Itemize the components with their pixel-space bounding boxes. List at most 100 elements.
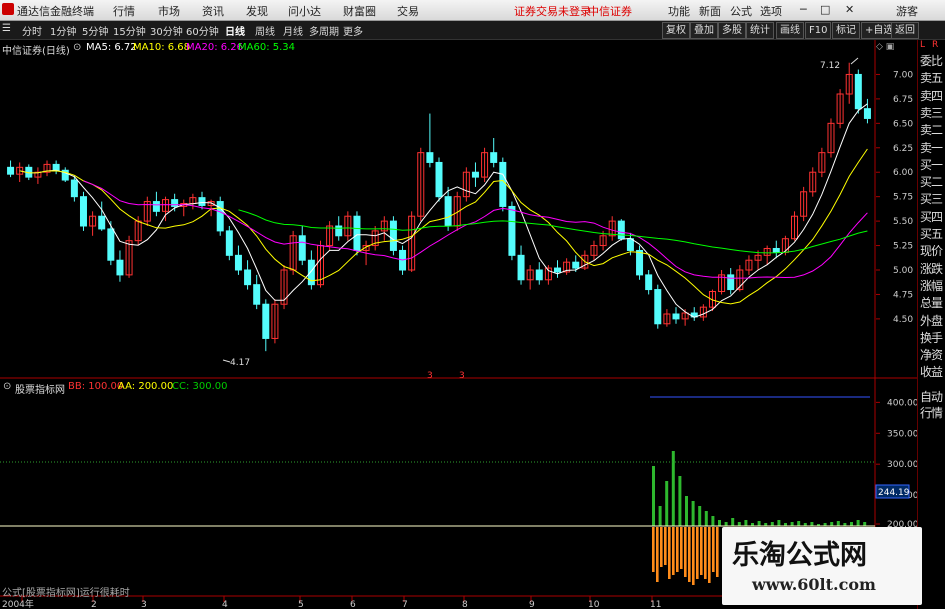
overlay-button[interactable]: 叠加 bbox=[690, 22, 718, 39]
menu-bar: 通达信金融终端 行情 市场 资讯 发现 问小达 财富圈 交易 证券交易未登录 中… bbox=[0, 0, 945, 21]
menu-options[interactable]: 选项 bbox=[760, 3, 782, 19]
tab-more[interactable]: 更多 bbox=[343, 23, 363, 38]
candle-body bbox=[572, 261, 580, 269]
indicator-bar-down bbox=[652, 527, 655, 572]
side-item[interactable]: 总量 bbox=[920, 294, 945, 311]
minimize-icon[interactable]: ─ bbox=[800, 3, 807, 16]
candle-body bbox=[225, 230, 233, 256]
menu-formula[interactable]: 公式 bbox=[730, 3, 752, 19]
candle-body bbox=[435, 161, 443, 198]
menu-item-wealth[interactable]: 财富圈 bbox=[343, 3, 376, 19]
candle-body bbox=[863, 108, 871, 119]
date-tick-label: 4 bbox=[222, 600, 228, 609]
tab-60min[interactable]: 60分钟 bbox=[186, 23, 219, 38]
tab-30min[interactable]: 30分钟 bbox=[150, 23, 183, 38]
app-title: 通达信金融终端 bbox=[17, 5, 94, 18]
candle-body bbox=[444, 196, 452, 227]
tab-daily[interactable]: 日线 bbox=[225, 23, 245, 38]
menu-item-quotes[interactable]: 行情 bbox=[113, 3, 135, 19]
side-item[interactable]: 卖二 bbox=[920, 121, 945, 138]
candlesticks bbox=[7, 62, 871, 352]
side-item[interactable]: 卖一 bbox=[920, 139, 945, 156]
indicator-bar-down bbox=[700, 527, 703, 575]
indicator-bar-down bbox=[656, 527, 659, 582]
side-item[interactable]: 外盘 bbox=[920, 312, 945, 329]
side-auto[interactable]: 自动 bbox=[920, 388, 945, 405]
sub-indicator-info: ⊙ 股票指标网 BB: 100.00 AA: 200.00 CC: 300.00 bbox=[0, 380, 875, 396]
tab-5min[interactable]: 5分钟 bbox=[82, 23, 108, 38]
tab-multi-period[interactable]: 多周期 bbox=[309, 23, 339, 38]
side-tab-r[interactable]: R bbox=[932, 40, 945, 50]
candle-body bbox=[654, 289, 662, 325]
stock-title: 中信证券(日线) bbox=[2, 46, 70, 57]
side-item[interactable]: 卖五 bbox=[920, 69, 945, 86]
side-item[interactable]: 买四 bbox=[920, 208, 945, 225]
menu-new-layout[interactable]: 新面 bbox=[699, 3, 721, 19]
adjust-button[interactable]: 复权 bbox=[662, 22, 690, 39]
price-tick-label: 5.75 bbox=[893, 193, 913, 203]
candle-body bbox=[79, 196, 87, 227]
candle-body bbox=[535, 269, 543, 281]
candle-body bbox=[198, 197, 206, 206]
side-item[interactable]: 卖四 bbox=[920, 87, 945, 104]
chart-frames bbox=[0, 40, 917, 600]
candle-body bbox=[335, 225, 343, 237]
multi-stock-button[interactable]: 多股 bbox=[718, 22, 746, 39]
side-item[interactable]: 涨幅 bbox=[920, 277, 945, 294]
indicator-levels bbox=[0, 396, 875, 527]
tab-15min[interactable]: 15分钟 bbox=[113, 23, 146, 38]
menu-function[interactable]: 功能 bbox=[668, 3, 690, 19]
side-item[interactable]: 委比 bbox=[920, 52, 945, 69]
f10-button[interactable]: F10 bbox=[805, 22, 832, 39]
menu-item-news[interactable]: 资讯 bbox=[202, 3, 224, 19]
kline-chart[interactable]: 4.50 4.75 5.00 5.25 5.50 5.75 6.00 6.25 6.50 6.75… bbox=[0, 40, 917, 609]
watermark-title: 乐淘公式网 bbox=[732, 540, 867, 571]
indicator-bar-up bbox=[757, 521, 761, 526]
user-guest[interactable]: 游客 bbox=[896, 3, 918, 19]
tab-1min[interactable]: 1分钟 bbox=[50, 23, 76, 38]
tab-intraday[interactable]: 分时 bbox=[22, 23, 42, 38]
date-tick-label: 3 bbox=[141, 600, 147, 609]
side-item[interactable]: 净资 bbox=[920, 346, 945, 363]
indicator-bar-up bbox=[856, 520, 860, 526]
price-tick-label: 6.50 bbox=[893, 119, 913, 129]
draw-line-button[interactable]: 画线 bbox=[776, 22, 804, 39]
side-quotes[interactable]: 行情 bbox=[920, 404, 945, 421]
side-item[interactable]: 买一 bbox=[920, 156, 945, 173]
sub-settings-icon[interactable]: ⊙ bbox=[3, 381, 11, 392]
candle-body bbox=[107, 228, 115, 261]
candle-body bbox=[116, 259, 124, 276]
side-item[interactable]: 买五 bbox=[920, 225, 945, 242]
menu-item-market[interactable]: 市场 bbox=[158, 3, 180, 19]
indicator-bar-up bbox=[691, 501, 695, 526]
indicator-bar-up bbox=[704, 511, 708, 526]
candle-body bbox=[234, 254, 242, 271]
chart-config-icon[interactable]: ◇ ▣ bbox=[876, 42, 894, 52]
settings-icon[interactable]: ⊙ bbox=[73, 42, 81, 53]
menu-item-trade[interactable]: 交易 bbox=[397, 3, 419, 19]
menu-item-assistant[interactable]: 问小达 bbox=[288, 3, 321, 19]
side-item[interactable]: 买二 bbox=[920, 173, 945, 190]
side-item[interactable]: 卖三 bbox=[920, 104, 945, 121]
side-item[interactable]: 涨跌 bbox=[920, 260, 945, 277]
mark-button[interactable]: 标记 bbox=[832, 22, 860, 39]
close-icon[interactable]: ✕ bbox=[845, 3, 854, 16]
side-item[interactable]: 换手 bbox=[920, 329, 945, 346]
tab-monthly[interactable]: 月线 bbox=[283, 23, 303, 38]
side-item[interactable]: 买三 bbox=[920, 190, 945, 207]
price-tick-label: 6.00 bbox=[893, 168, 913, 178]
toolbar-icon[interactable]: ☰ bbox=[2, 23, 11, 34]
back-button[interactable]: 返回 bbox=[891, 22, 919, 39]
candle-body bbox=[727, 274, 735, 291]
side-item[interactable]: 现价 bbox=[920, 242, 945, 259]
restore-icon[interactable]: □ bbox=[820, 3, 830, 16]
stats-button[interactable]: 统计 bbox=[746, 22, 774, 39]
menu-item-discover[interactable]: 发现 bbox=[246, 3, 268, 19]
login-notice[interactable]: 证券交易未登录 bbox=[514, 3, 591, 19]
date-tick-label: 2 bbox=[91, 600, 97, 609]
indicator-bar-up bbox=[863, 522, 867, 526]
tab-weekly[interactable]: 周线 bbox=[255, 23, 275, 38]
side-item[interactable]: 收益 bbox=[920, 363, 945, 380]
indicator-bar-up bbox=[836, 521, 840, 526]
candle-body bbox=[70, 179, 78, 198]
